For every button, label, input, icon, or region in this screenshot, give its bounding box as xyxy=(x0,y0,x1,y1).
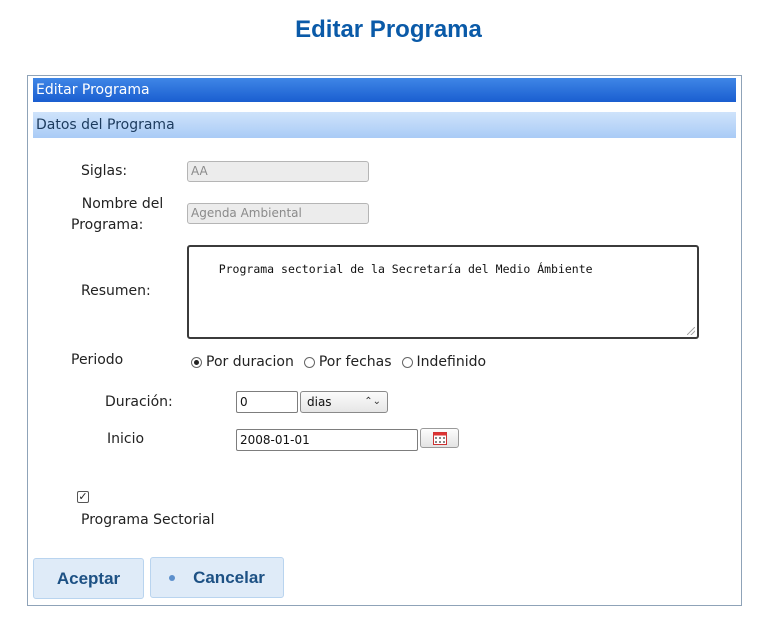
edit-program-panel: Editar Programa Datos del Programa Sigla… xyxy=(27,75,742,606)
page-title: Editar Programa xyxy=(295,16,482,43)
chevron-up-down-icon: ⌃⌄ xyxy=(364,396,381,407)
cancel-button[interactable]: Cancelar xyxy=(150,557,284,598)
radio-label: Indefinido xyxy=(416,354,487,370)
resumen-text: Programa sectorial de la Secretaría del … xyxy=(218,262,593,276)
radio-option-indefinido[interactable]: Indefinido xyxy=(401,354,487,370)
radio-option-por-fechas[interactable]: Por fechas xyxy=(303,354,392,370)
siglas-label: Siglas: xyxy=(81,163,128,179)
periodo-label: Periodo xyxy=(71,352,124,368)
radio-button[interactable] xyxy=(401,356,413,368)
cancel-button-label: Cancelar xyxy=(193,567,265,587)
inicio-label: Inicio xyxy=(107,431,145,447)
programa-sectorial-label: Programa Sectorial xyxy=(81,512,215,528)
nombre-label-line1: Nombre del xyxy=(81,196,164,212)
duracion-input[interactable]: 0 xyxy=(236,391,298,413)
duracion-unit-value: dias xyxy=(307,395,332,409)
nombre-field[interactable]: Agenda Ambiental xyxy=(187,203,369,224)
duracion-unit-select[interactable]: dias ⌃⌄ xyxy=(300,391,388,413)
radio-label: Por duracion xyxy=(206,354,294,370)
section-header: Datos del Programa xyxy=(33,112,736,138)
programa-sectorial-checkbox[interactable]: ✓ xyxy=(77,491,89,503)
siglas-field[interactable]: AA xyxy=(187,161,369,182)
nombre-label-line2: Programa: xyxy=(71,217,144,233)
nombre-label: Nombre del Programa: xyxy=(71,194,164,236)
periodo-radio-group: Por duracion Por fechas Indefinido xyxy=(191,354,496,370)
duracion-label: Duración: xyxy=(105,394,173,410)
radio-button[interactable] xyxy=(303,356,315,368)
resumen-label: Resumen: xyxy=(81,283,151,299)
panel-header: Editar Programa xyxy=(33,78,736,102)
radio-button[interactable] xyxy=(191,356,202,368)
calendar-icon xyxy=(433,432,447,445)
calendar-button[interactable] xyxy=(420,428,459,448)
bullet-icon xyxy=(169,574,176,581)
radio-option-por-duracion[interactable]: Por duracion xyxy=(191,354,294,370)
resize-grip-icon[interactable] xyxy=(687,327,695,335)
accept-button[interactable]: Aceptar xyxy=(33,558,144,599)
resumen-textarea[interactable]: Programa sectorial de la Secretaría del … xyxy=(187,245,699,339)
radio-label: Por fechas xyxy=(318,354,392,370)
inicio-date-input[interactable]: 2008-01-01 xyxy=(236,429,418,451)
